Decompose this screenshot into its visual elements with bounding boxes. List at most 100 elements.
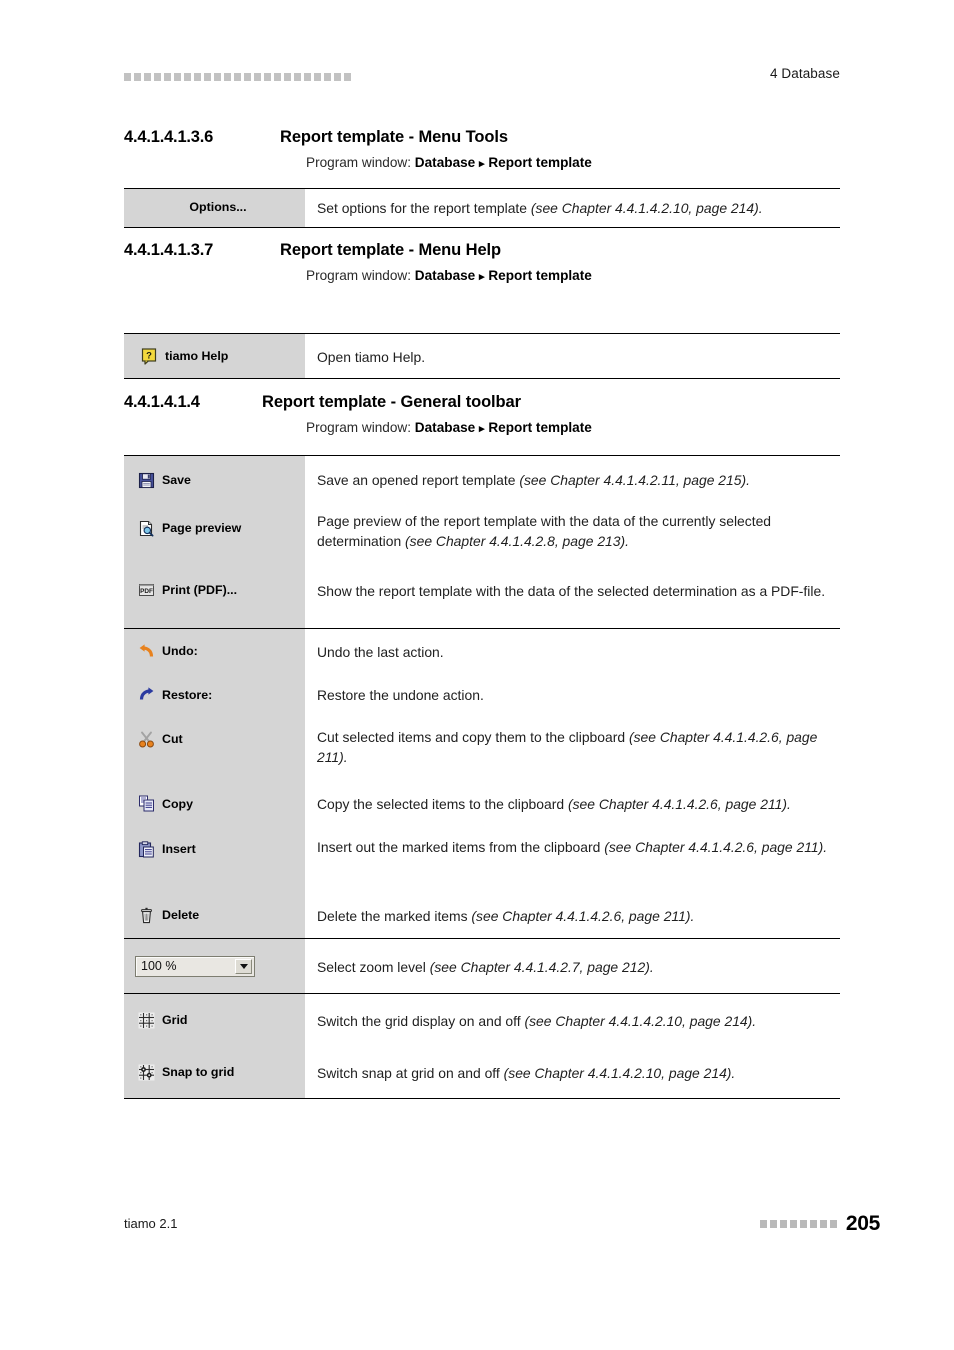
row-label: Page preview	[162, 521, 242, 535]
description-reference: (see Chapter 4.4.1.4.2.11, page 215).	[519, 472, 750, 488]
row-label-cell[interactable]: 100 %	[124, 938, 305, 994]
page-preview-icon	[138, 520, 155, 537]
row-label-cell[interactable]: Insert	[124, 826, 305, 892]
table-row: Restore: Restore the undone action.	[124, 673, 840, 716]
row-description-cell: Open tiamo Help.	[305, 333, 840, 379]
svg-text:PDF: PDF	[140, 588, 153, 595]
row-description-cell: Switch the grid display on and off (see …	[305, 994, 840, 1047]
table-row: 100 % Select zoom level (see Chapter 4.4…	[124, 938, 840, 994]
toolbar-item-print-pdf[interactable]: PDF Print (PDF)...	[124, 568, 305, 612]
section-breadcrumb: Program window: Database ▸ Report templa…	[306, 420, 592, 435]
row-label: Undo:	[162, 644, 198, 658]
undo-icon	[138, 643, 155, 660]
table-row: Save Save an opened report template (see…	[124, 455, 840, 504]
chevron-down-icon[interactable]	[235, 958, 252, 974]
row-description-cell: Show the report template with the data o…	[305, 568, 840, 629]
row-description-cell: Cut selected items and copy them to the …	[305, 716, 840, 781]
toolbar-item-save[interactable]: Save	[124, 456, 305, 504]
page-number: 205	[845, 1212, 880, 1235]
row-label: Snap to grid	[162, 1065, 235, 1079]
toolbar-item-tiamo-help[interactable]: ? tiamo Help	[124, 334, 305, 378]
toolbar-item-grid[interactable]: Grid	[124, 994, 305, 1046]
description-text: Copy the selected items to the clipboard	[317, 796, 568, 812]
row-label-cell[interactable]: Options...	[124, 188, 305, 228]
toolbar-item-insert[interactable]: Insert	[124, 826, 305, 872]
row-label-cell[interactable]: Grid	[124, 993, 305, 1046]
description-reference: (see Chapter 4.4.1.4.2.8, page 213).	[405, 533, 629, 549]
toolbar-item-cut[interactable]: Cut	[124, 716, 305, 762]
description-reference: (see Chapter 4.4.1.4.2.6, page 211).	[567, 796, 791, 812]
description-text: Set options for the report template	[317, 200, 531, 216]
row-label-cell[interactable]: Cut	[124, 716, 305, 781]
toolbar-item-undo[interactable]: Undo:	[124, 629, 305, 673]
row-label-cell[interactable]: Delete	[124, 892, 305, 939]
table-row: Insert Insert out the marked items from …	[124, 826, 840, 892]
toolbar-item-snap-to-grid[interactable]: Snap to grid	[124, 1046, 305, 1098]
section-title: Report template - Menu Tools	[280, 128, 508, 146]
row-description-cell: Switch snap at grid on and off (see Chap…	[305, 1046, 840, 1099]
breadcrumb-prefix: Program window:	[306, 155, 412, 170]
description-reference: (see Chapter 4.4.1.4.2.7, page 212).	[429, 959, 654, 975]
description-text: Undo the last action.	[317, 644, 444, 660]
header-decoration-squares	[124, 73, 351, 81]
running-header: 4 Database	[124, 66, 840, 88]
toolbar-item-copy[interactable]: Copy	[124, 781, 305, 826]
row-label: Restore:	[162, 687, 213, 702]
row-label-cell[interactable]: Snap to grid	[124, 1046, 305, 1099]
row-label-cell[interactable]: Undo:	[124, 628, 305, 673]
section-title: Report template - General toolbar	[262, 393, 521, 411]
copy-icon	[138, 795, 155, 812]
description-text: Insert out the marked items from the cli…	[317, 839, 605, 855]
svg-text:?: ?	[146, 350, 152, 361]
toolbar-item-page-preview[interactable]: Page preview	[124, 504, 305, 552]
breadcrumb-part-1: Database	[414, 155, 476, 170]
row-label-cell[interactable]: PDF Print (PDF)...	[124, 568, 305, 629]
options-table: Options... Set options for the report te…	[124, 188, 840, 228]
zoom-level-select[interactable]: 100 %	[135, 955, 255, 977]
row-description-cell: Copy the selected items to the clipboard…	[305, 781, 840, 826]
row-label: Cut	[162, 732, 183, 746]
row-description-cell: Page preview of the report template with…	[305, 504, 840, 568]
breadcrumb-part-2: Report template	[488, 155, 592, 170]
page-footer: tiamo 2.1 205	[124, 1212, 880, 1238]
row-label-cell[interactable]: Save	[124, 455, 305, 504]
footer-decoration-squares	[759, 1220, 837, 1228]
row-label: Insert	[162, 842, 196, 856]
row-description-cell: Undo the last action.	[305, 629, 840, 674]
row-label: Copy	[162, 796, 193, 811]
description-reference: (see Chapter 4.4.1.4.2.10, page 214).	[524, 1013, 757, 1029]
breadcrumb-prefix: Program window:	[306, 420, 412, 435]
chevron-right-icon: ▸	[479, 271, 485, 283]
save-floppy-icon	[138, 472, 155, 489]
description-text: Switch snap at grid on and off	[317, 1065, 504, 1081]
description-text: Show the report template with the data o…	[317, 583, 826, 599]
breadcrumb-part-2: Report template	[488, 268, 592, 283]
general-toolbar-table: Save Save an opened report template (see…	[124, 455, 840, 1099]
row-label: Print (PDF)...	[162, 583, 238, 597]
breadcrumb-prefix: Program window:	[306, 268, 412, 283]
section-number: 4.4.1.4.1.3.6	[124, 128, 214, 146]
table-row: Delete Delete the marked items (see Chap…	[124, 892, 840, 939]
row-label: Options...	[189, 200, 247, 214]
section-number: 4.4.1.4.1.3.7	[124, 241, 214, 259]
row-label-cell[interactable]: ? tiamo Help	[124, 333, 305, 379]
section-title: Report template - Menu Help	[280, 241, 501, 259]
snap-to-grid-icon	[138, 1064, 155, 1081]
row-label-cell[interactable]: Restore:	[124, 673, 305, 716]
row-label: Delete	[162, 908, 200, 922]
table-row: ? tiamo Help Open tiamo Help.	[124, 333, 840, 379]
breadcrumb-part-1: Database	[414, 268, 476, 283]
menu-item-options[interactable]: Options...	[124, 189, 305, 225]
row-description-cell: Select zoom level (see Chapter 4.4.1.4.2…	[305, 938, 840, 994]
row-label-cell[interactable]: Copy	[124, 781, 305, 826]
toolbar-item-delete[interactable]: Delete	[124, 892, 305, 938]
description-reference: (see Chapter 4.4.1.4.2.10, page 214).	[530, 200, 763, 216]
pdf-icon: PDF	[138, 582, 155, 599]
zoom-level-value: 100 %	[141, 959, 177, 973]
description-text: Select zoom level	[317, 959, 430, 975]
row-label-cell[interactable]: Page preview	[124, 504, 305, 568]
toolbar-item-restore[interactable]: Restore:	[124, 673, 305, 716]
chevron-right-icon: ▸	[479, 423, 485, 435]
chevron-right-icon: ▸	[479, 158, 485, 170]
table-row: Grid Switch the grid display on and off …	[124, 993, 840, 1047]
